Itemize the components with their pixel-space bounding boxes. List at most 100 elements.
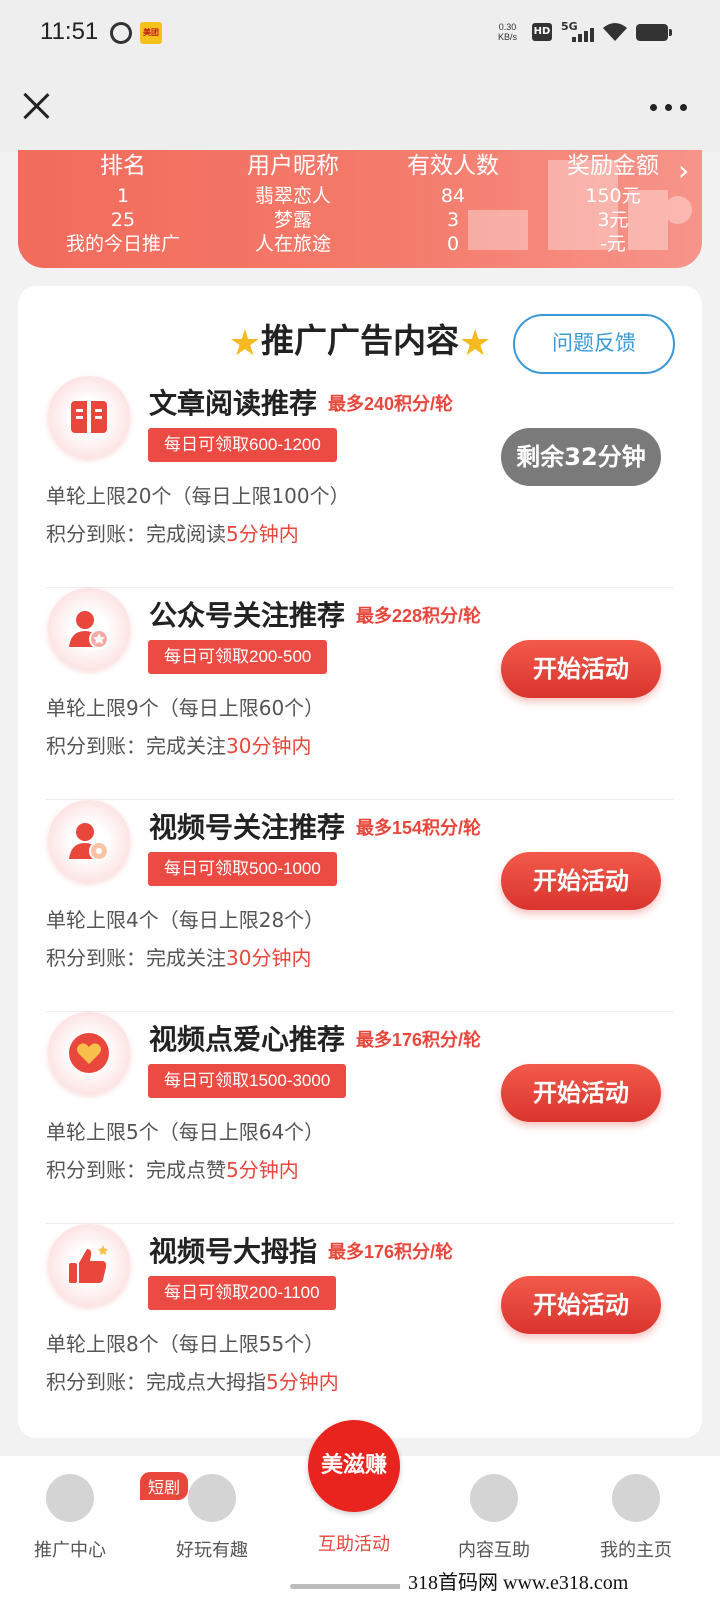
task-item: 文章阅读推荐 最多240积分/轮 每日可领取600-1200 剩余32分钟 单轮…: [46, 376, 674, 588]
more-icon[interactable]: [650, 104, 690, 112]
title-bar: [0, 66, 720, 152]
start-activity-button[interactable]: 开始活动: [501, 1064, 661, 1122]
task-name: 视频号大拇指: [149, 1235, 318, 1268]
nav-item-promotion-center[interactable]: 推广中心: [10, 1474, 130, 1562]
task-arrive-prefix: 积分到账：完成阅读: [46, 522, 226, 546]
start-activity-button[interactable]: 开始活动: [501, 1276, 661, 1334]
signal-icon: [572, 26, 594, 42]
task-arrive-time: 5分钟内: [226, 522, 299, 546]
reward-cell: 150元: [585, 185, 641, 207]
promotion-card: ★推广广告内容★ 问题反馈 文章阅读推荐 最多240积分/轮 每日可领取600-…: [18, 286, 702, 1438]
net-speed: 0.30 KB/s: [498, 22, 517, 42]
nav-item-my-home[interactable]: 我的主页: [576, 1474, 696, 1562]
star-icon: ★: [459, 323, 492, 364]
count-cell: 84: [440, 185, 466, 207]
user-star-icon: [48, 588, 130, 670]
task-max: 最多176积分/轮: [328, 1242, 454, 1262]
task-arrive: 积分到账：完成关注30分钟内: [46, 730, 311, 759]
task-arrive-time: 30分钟内: [226, 734, 312, 758]
net-speed-value: 0.30: [498, 22, 517, 32]
battery-icon: [636, 24, 672, 41]
task-daily: 每日可领取1500-3000: [148, 1064, 347, 1098]
reward-cell: 3元: [597, 209, 629, 231]
rank-cell: 25: [110, 209, 136, 231]
watermark: 318首码网 www.e318.com: [400, 1566, 720, 1600]
task-daily: 每日可领取600-1200: [148, 428, 337, 462]
task-limit: 单轮上限8个（每日上限55个）: [46, 1332, 325, 1356]
task-name: 视频号关注推荐: [149, 811, 346, 844]
nickname-cell: 人在旅途: [254, 233, 331, 255]
feedback-button[interactable]: 问题反馈: [513, 314, 675, 374]
net-speed-unit: KB/s: [498, 32, 518, 42]
status-bar: 11:51 美团 0.30 KB/s HD 5G: [0, 0, 720, 66]
ranking-header-cell: 排名: [100, 153, 146, 179]
ranking-header-cell: 奖励金额: [567, 153, 659, 179]
rank-cell: 我的今日推广: [65, 233, 180, 255]
ranking-header-cell: 有效人数: [407, 153, 499, 179]
close-icon[interactable]: [20, 90, 52, 122]
task-item: 视频号大拇指 最多176积分/轮 每日可领取200-1100 开始活动 单轮上限…: [46, 1224, 674, 1436]
nav-label: 互助活动: [318, 1534, 390, 1555]
wifi-icon: [603, 23, 627, 41]
nav-label: 我的主页: [600, 1540, 672, 1561]
task-limit: 单轮上限5个（每日上限64个）: [46, 1120, 325, 1144]
short-drama-badge: 短剧: [140, 1472, 189, 1500]
grid-icon: [46, 1474, 94, 1522]
task-name: 公众号关注推荐: [149, 599, 346, 632]
user-icon: [612, 1474, 660, 1522]
ranking-banner[interactable]: 排名 用户昵称 有效人数 奖励金额 1 翡翠恋人 84 150元 25 梦露 3…: [18, 150, 702, 268]
heart-icon: [48, 1012, 130, 1094]
task-item: 视频点爱心推荐 最多176积分/轮 每日可领取1500-3000 开始活动 单轮…: [46, 1012, 674, 1224]
nav-item-mutual-activity[interactable]: 互助活动: [294, 1530, 414, 1556]
status-time: 11:51: [40, 18, 99, 45]
task-item: 视频号关注推荐 最多154积分/轮 每日可领取500-1000 开始活动 单轮上…: [46, 800, 674, 1012]
meituan-app-icon: 美团: [140, 22, 162, 44]
app-notification-icon: [105, 17, 137, 49]
task-arrive-prefix: 积分到账：完成关注: [46, 734, 226, 758]
task-max: 最多176积分/轮: [356, 1030, 482, 1050]
star-icon: ★: [228, 323, 261, 364]
ranking-header-cell: 用户昵称: [247, 153, 339, 179]
nav-label: 推广中心: [34, 1540, 106, 1561]
count-cell: 0: [446, 233, 460, 255]
task-name: 视频点爱心推荐: [149, 1023, 346, 1056]
user-flower-icon: [48, 800, 130, 882]
ranking-header: 排名 用户昵称 有效人数 奖励金额: [18, 150, 678, 184]
task-arrive-time: 30分钟内: [226, 946, 312, 970]
app-logo-button[interactable]: 美滋赚: [308, 1420, 400, 1512]
start-activity-button[interactable]: 开始活动: [501, 640, 661, 698]
upload-doc-icon: [470, 1474, 518, 1522]
card-title-text: 推广广告内容: [261, 321, 459, 360]
hd-icon: HD: [532, 23, 552, 41]
chevron-right-icon[interactable]: ›: [678, 154, 689, 187]
task-max: 最多154积分/轮: [356, 818, 482, 838]
task-arrive: 积分到账：完成关注30分钟内: [46, 942, 311, 971]
task-arrive-prefix: 积分到账：完成点赞: [46, 1158, 226, 1182]
task-limit: 单轮上限4个（每日上限28个）: [46, 908, 325, 932]
task-max: 最多240积分/轮: [328, 394, 454, 414]
nickname-cell: 翡翠恋人: [254, 185, 331, 207]
nav-label: 好玩有趣: [176, 1540, 248, 1561]
task-daily: 每日可领取200-1100: [148, 1276, 336, 1310]
nav-item-content-help[interactable]: 内容互助: [434, 1474, 554, 1562]
ranking-row-mine: 我的今日推广 人在旅途 0 -元: [18, 232, 678, 256]
countdown-button[interactable]: 剩余32分钟: [501, 428, 661, 486]
nav-label: 内容互助: [458, 1540, 530, 1561]
reward-cell: -元: [600, 233, 626, 255]
task-limit: 单轮上限9个（每日上限60个）: [46, 696, 325, 720]
task-arrive-time: 5分钟内: [266, 1370, 339, 1394]
task-daily: 每日可领取200-500: [148, 640, 328, 674]
task-arrive-prefix: 积分到账：完成点大拇指: [46, 1370, 266, 1394]
task-arrive: 积分到账：完成点赞5分钟内: [46, 1154, 299, 1183]
task-max: 最多228积分/轮: [356, 606, 482, 626]
task-name: 文章阅读推荐: [149, 387, 318, 420]
ranking-table: 排名 用户昵称 有效人数 奖励金额 1 翡翠恋人 84 150元 25 梦露 3…: [18, 150, 678, 256]
ranking-row: 25 梦露 3 3元: [18, 208, 678, 232]
rank-cell: 1: [116, 185, 130, 207]
task-arrive: 积分到账：完成点大拇指5分钟内: [46, 1366, 339, 1395]
task-arrive: 积分到账：完成阅读5分钟内: [46, 518, 299, 547]
count-cell: 3: [446, 209, 460, 231]
task-item: 公众号关注推荐 最多228积分/轮 每日可领取200-500 开始活动 单轮上限…: [46, 588, 674, 800]
start-activity-button[interactable]: 开始活动: [501, 852, 661, 910]
book-icon: [48, 376, 130, 458]
